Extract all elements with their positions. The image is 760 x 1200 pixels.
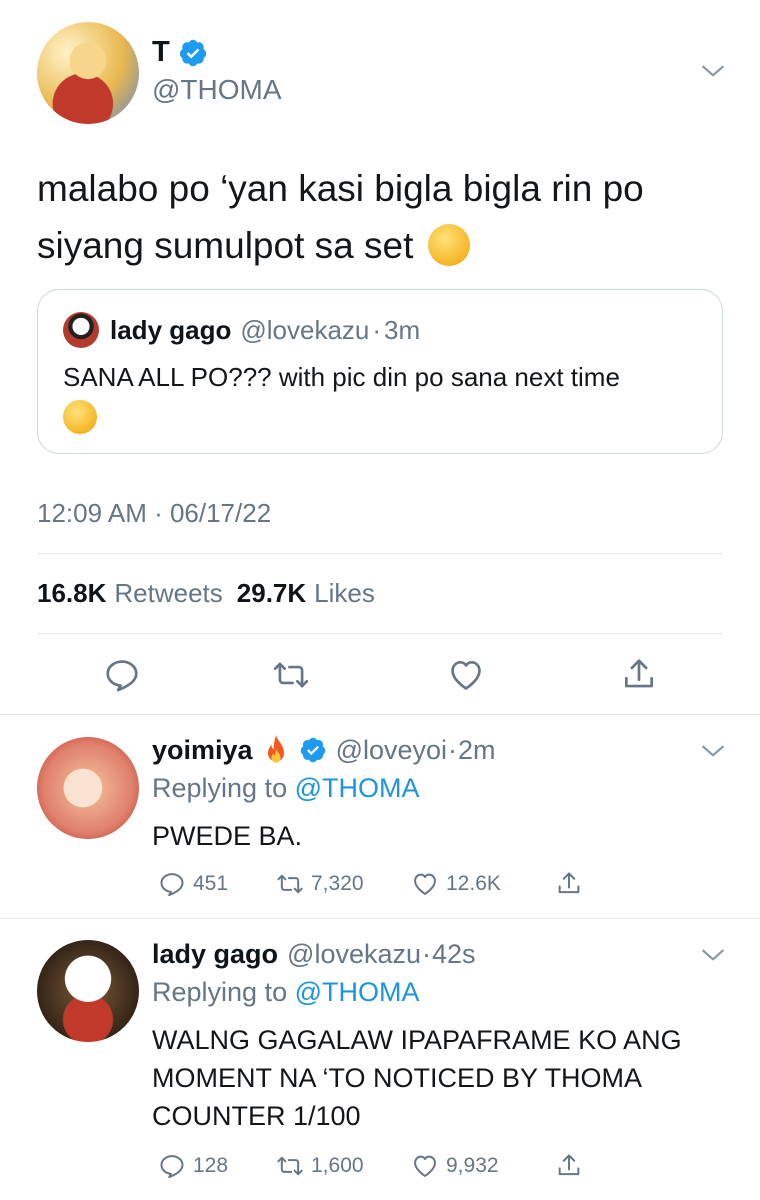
- likes-stat[interactable]: 29.7K Likes: [237, 578, 375, 609]
- crying-face-emoji-icon: [63, 400, 97, 434]
- tweet-timestamp[interactable]: 12:09 AM · 06/17/22: [37, 498, 271, 529]
- reply-author-handle[interactable]: @lovekazu: [287, 939, 421, 970]
- author-name-row[interactable]: T: [152, 36, 208, 69]
- like-button[interactable]: 12.6K: [411, 870, 555, 898]
- like-button[interactable]: 9,932: [411, 1152, 555, 1180]
- fire-emoji-icon: [267, 735, 284, 763]
- reply-header: yoimiya @loveyoi · 2m: [152, 734, 496, 766]
- quoted-tweet-time: 3m: [384, 315, 421, 345]
- reply-time[interactable]: 2m: [458, 735, 496, 766]
- chevron-down-icon[interactable]: [700, 738, 726, 764]
- retweet-button[interactable]: 1,600: [276, 1152, 411, 1180]
- reply-button[interactable]: 128: [158, 1152, 276, 1180]
- replying-to-handle[interactable]: @THOMA: [295, 977, 420, 1007]
- rolling-on-floor-laughing-emoji-icon: [427, 224, 470, 267]
- share-button[interactable]: [555, 1152, 583, 1180]
- tweet-text-body: malabo po ‘yan kasi bigla bigla rin po s…: [37, 168, 644, 266]
- reply-action-bar: 128 1,600 9,932: [158, 1152, 583, 1180]
- reply-text: WALNG GAGALAW IPAPAFRAME KO ANG MOMENT N…: [152, 1025, 682, 1131]
- like-heart-icon[interactable]: [447, 656, 485, 694]
- retweets-label: Retweets: [114, 578, 223, 608]
- tweet-text: malabo po ‘yan kasi bigla bigla rin po s…: [37, 160, 727, 274]
- reply-header: lady gago @lovekazu · 42s: [152, 939, 476, 970]
- share-button[interactable]: [555, 870, 583, 898]
- retweets-count: 16.8K: [37, 578, 107, 608]
- reply-text: PWEDE BA.: [152, 821, 303, 851]
- author-handle[interactable]: @THOMA: [152, 74, 282, 106]
- verified-badge-icon: [300, 737, 325, 763]
- reply-author-handle[interactable]: @loveyoi: [336, 735, 447, 766]
- retweet-button[interactable]: 7,320: [276, 870, 411, 898]
- like-count: 9,932: [446, 1154, 499, 1177]
- retweet-icon: [277, 874, 303, 894]
- likes-count: 29.7K: [236, 578, 307, 608]
- share-icon: [558, 1154, 580, 1176]
- quoted-tweet-body: SANA ALL PO??? with pic din po sana next…: [63, 362, 620, 392]
- retweet-count: 7,320: [311, 872, 364, 895]
- retweet-icon[interactable]: [272, 656, 310, 694]
- author-name[interactable]: T: [152, 36, 170, 69]
- verified-badge-icon: [179, 39, 206, 66]
- thoma-avatar[interactable]: [37, 22, 139, 124]
- quoted-tweet-header: lady gago @lovekazu · 3m: [110, 315, 420, 346]
- retweet-count: 1,600: [311, 1154, 364, 1177]
- quoted-author-handle: @lovekazu: [240, 315, 370, 345]
- like-count: 12.6K: [446, 872, 501, 895]
- divider: [37, 553, 723, 554]
- replying-to-line: Replying to @THOMA: [152, 977, 420, 1008]
- reply-icon: [160, 1155, 184, 1179]
- reply-icon: [160, 873, 184, 897]
- quoted-tweet-card[interactable]: lady gago @lovekazu · 3m SANA ALL PO??? …: [37, 289, 723, 454]
- share-icon: [558, 872, 580, 894]
- like-heart-icon: [414, 1155, 436, 1177]
- retweets-stat[interactable]: 16.8K Retweets: [37, 578, 223, 609]
- quoted-author-avatar: [63, 312, 99, 348]
- chevron-down-icon[interactable]: [700, 942, 726, 968]
- likes-label: Likes: [314, 578, 375, 608]
- chevron-down-icon[interactable]: [700, 58, 726, 84]
- divider: [0, 918, 760, 919]
- separator-dot: ·: [422, 939, 432, 969]
- separator-dot: ·: [448, 734, 458, 765]
- replying-to-label: Replying to: [152, 977, 288, 1007]
- reply-icon[interactable]: [103, 656, 141, 694]
- tweet-stats: 16.8K Retweets 29.7K Likes: [37, 578, 375, 609]
- separator-dot: ·: [372, 315, 382, 345]
- share-icon[interactable]: [620, 656, 658, 694]
- reply-button[interactable]: 451: [158, 870, 276, 898]
- replying-to-handle[interactable]: @THOMA: [295, 773, 420, 803]
- reply-author-name[interactable]: yoimiya: [152, 735, 253, 766]
- reply-count: 451: [193, 872, 229, 895]
- quoted-tweet-text: SANA ALL PO??? with pic din po sana next…: [63, 360, 713, 434]
- reply-time[interactable]: 42s: [432, 939, 476, 970]
- lady-gago-avatar[interactable]: [37, 940, 139, 1042]
- retweet-icon: [277, 1156, 303, 1176]
- divider: [37, 633, 723, 634]
- reply-count: 128: [193, 1154, 229, 1177]
- replying-to-label: Replying to: [152, 773, 288, 803]
- replying-to-line: Replying to @THOMA: [152, 773, 420, 804]
- divider: [0, 714, 760, 715]
- yoimiya-avatar[interactable]: [37, 737, 139, 839]
- quoted-author-name: lady gago: [110, 315, 232, 345]
- reply-author-name[interactable]: lady gago: [152, 939, 278, 970]
- like-heart-icon: [414, 873, 436, 895]
- reply-action-bar: 451 7,320 12.6K: [158, 870, 583, 898]
